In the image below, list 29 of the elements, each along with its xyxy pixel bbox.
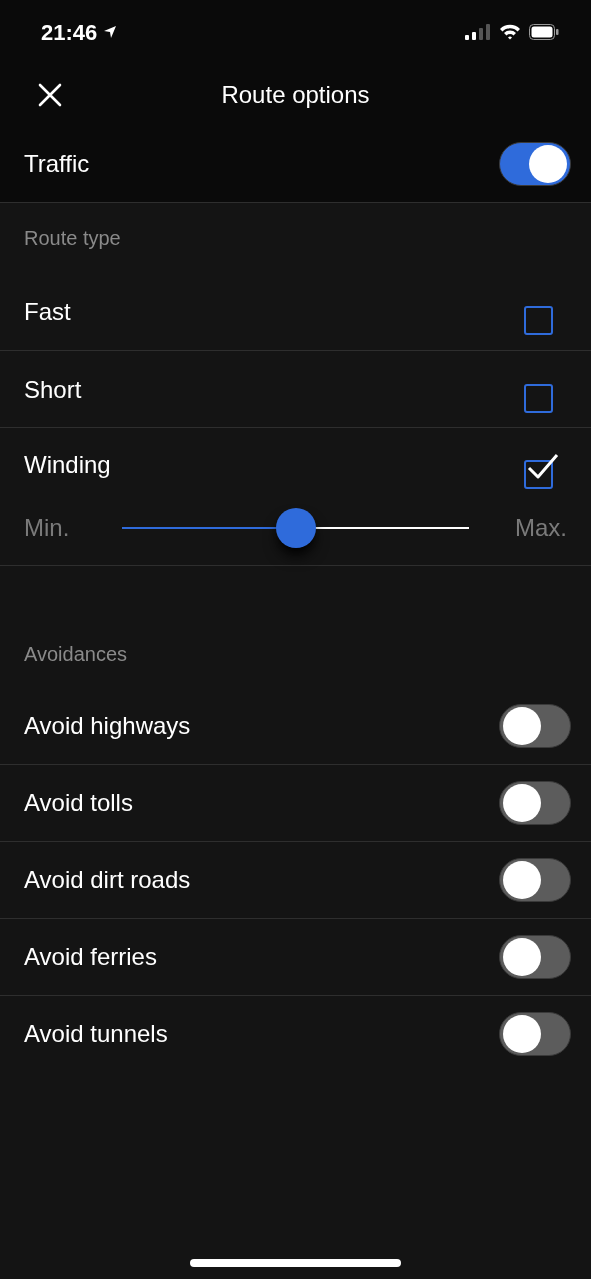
slider-min-label: Min. [24, 513, 71, 543]
slider-thumb[interactable] [275, 508, 316, 548]
section-heading: Route type [24, 226, 121, 251]
screen-title: Route options [221, 79, 370, 110]
toggle-switch[interactable] [499, 781, 571, 825]
toggle-switch[interactable] [499, 858, 571, 902]
battery-icon [529, 24, 559, 40]
slider-track[interactable] [122, 508, 469, 548]
toggle-switch[interactable] [499, 1012, 571, 1056]
traffic-label: Traffic [24, 148, 90, 179]
avoidance-label: Avoid tolls [24, 788, 133, 818]
option-label: Fast [24, 296, 71, 327]
toggle-switch[interactable] [499, 141, 571, 186]
option-label: Winding [24, 450, 111, 480]
toggle-switch[interactable] [499, 935, 571, 979]
signal-icon [465, 24, 491, 40]
avoidance-label: Avoid dirt roads [24, 865, 191, 895]
avoidance-label: Avoid highways [24, 710, 191, 741]
close-button[interactable] [36, 81, 64, 109]
close-icon [38, 83, 62, 107]
option-label: Short [24, 374, 82, 405]
slider-max-label: Max. [514, 513, 567, 543]
section-heading: Avoidances [24, 641, 128, 667]
avoidance-label: Avoid ferries [24, 942, 157, 972]
status-time: 21:46 [41, 18, 98, 47]
location-arrow-icon [103, 25, 118, 39]
toggle-switch[interactable] [499, 703, 571, 748]
avoidance-label: Avoid tunnels [24, 1019, 168, 1049]
wifi-icon [499, 24, 521, 40]
